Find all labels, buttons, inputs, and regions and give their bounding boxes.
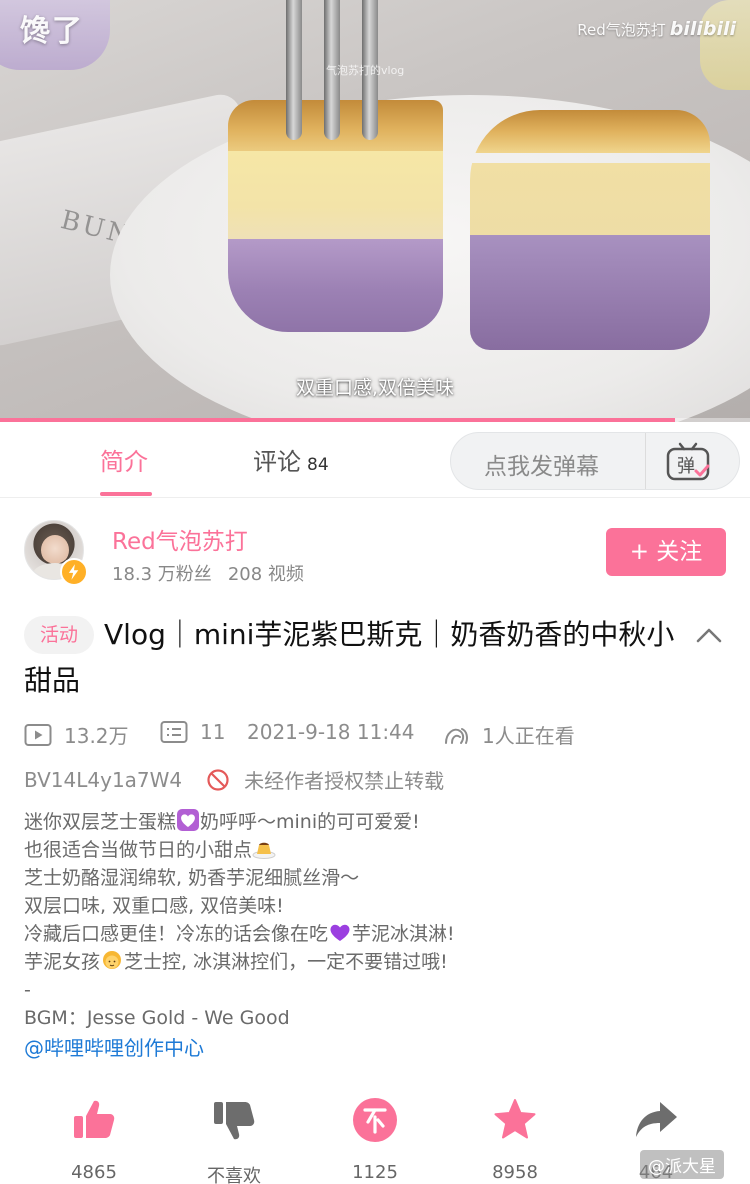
danmaku-toggle-glyph: 弹 xyxy=(677,456,695,477)
play-count-icon xyxy=(24,723,52,746)
uploader-name[interactable]: Red气泡苏打 xyxy=(112,522,248,556)
danmaku-list-icon xyxy=(160,721,188,743)
fans-count: 18.3 万粉丝 xyxy=(112,564,212,585)
video-title: Vlog｜mini芋泥紫巴斯克｜奶香奶香的中秋小甜品 xyxy=(24,618,675,697)
girl-emoji-icon xyxy=(103,951,122,969)
weibo-watermark: @派大星 xyxy=(640,1150,724,1179)
danmaku-count-value: 11 xyxy=(200,720,226,744)
no-repost-icon xyxy=(207,768,229,791)
video-description: 迷你双层芝士蛋糕 奶呼呼～mini的可可爱爱! 也很适合当做节日的小甜点 芝士奶酪… xyxy=(24,808,724,1032)
coin-button[interactable]: 1125 xyxy=(315,1096,435,1183)
thumbs-down-icon xyxy=(214,1102,255,1140)
bilibili-logo: bilibili xyxy=(669,18,736,40)
description-line: BGM：Jesse Gold - We Good xyxy=(24,1007,290,1029)
dislike-button[interactable]: 不喜欢 xyxy=(174,1096,294,1184)
description-text: 冷藏后口感更佳！冷冻的话会像在吃 xyxy=(24,923,329,945)
danmaku-toggle-icon[interactable]: 弹 xyxy=(665,441,711,483)
description-line: 芋泥女孩 芝士控, 冰淇淋控们，一定不要错过哦! xyxy=(24,948,724,976)
repost-notice-text: 未经作者授权禁止转载 xyxy=(244,769,445,793)
danmaku-input[interactable]: 点我发弹幕 xyxy=(484,447,599,481)
description-line: 冷藏后口感更佳！冷冻的话会像在吃 芋泥冰淇淋! xyxy=(24,920,724,948)
publish-datetime: 2021-9-18 11:44 xyxy=(247,720,415,744)
purple-heart-box-emoji-icon xyxy=(177,809,200,831)
description-line: 双层口味, 双重口感, 双倍美味! xyxy=(24,895,284,917)
description-text: 奶呼呼～mini的可可爱爱! xyxy=(200,811,420,833)
description-line: 芝士奶酪湿润绵软, 奶香芋泥细腻丝滑～ xyxy=(24,867,360,889)
background-cake xyxy=(700,0,750,90)
video-overlay-text: 馋了 xyxy=(20,14,84,49)
danmaku-input-bar[interactable]: 点我发弹幕 弹 xyxy=(450,432,740,490)
video-subtitle: 双重口感,双倍美味 xyxy=(295,377,455,399)
description-line: - xyxy=(24,979,31,1001)
dislike-label: 不喜欢 xyxy=(207,1166,261,1184)
cake-half-right xyxy=(470,110,710,350)
tab-comments[interactable]: 评论 84 xyxy=(253,442,329,477)
fork-tine xyxy=(286,0,302,140)
tab-active-indicator xyxy=(100,492,152,496)
uploader-stats: 18.3 万粉丝 208 视频 xyxy=(112,560,304,586)
thumbs-up-icon xyxy=(74,1100,115,1138)
star-icon xyxy=(494,1099,536,1139)
video-count: 208 视频 xyxy=(227,564,304,585)
view-count-value: 13.2万 xyxy=(64,724,129,748)
video-stats-row: 13.2万 11 2021-9-18 11:44 1人正在看 xyxy=(24,720,734,752)
share-icon xyxy=(636,1102,677,1137)
tab-comments-label: 评论 xyxy=(253,448,301,476)
chevron-up-icon[interactable] xyxy=(694,622,724,648)
activity-tag[interactable]: 活动 xyxy=(24,616,95,654)
coin-count: 1125 xyxy=(352,1162,398,1183)
description-text: 也很适合当做节日的小甜点 xyxy=(24,839,253,861)
creator-center-link[interactable]: @哔哩哔哩创作中心 xyxy=(24,1032,204,1061)
description-text: 芝士控, 冰淇淋控们，一定不要错过哦! xyxy=(124,951,448,973)
favorite-count: 8958 xyxy=(492,1162,538,1183)
follow-button[interactable]: + 关注 xyxy=(606,528,726,576)
bvid-row: BV14L4y1a7W4 未经作者授权禁止转载 xyxy=(24,765,444,794)
like-count: 4865 xyxy=(71,1162,117,1183)
people-watching-icon xyxy=(445,727,468,744)
comments-count: 84 xyxy=(307,455,329,475)
repost-notice: 未经作者授权禁止转载 xyxy=(206,765,444,794)
bvid[interactable]: BV14L4y1a7W4 xyxy=(24,768,182,792)
video-brand-watermark: Red气泡苏打 bilibili xyxy=(577,18,736,40)
description-line: 也很适合当做节日的小甜点 xyxy=(24,836,724,864)
favorite-button[interactable]: 8958 xyxy=(455,1096,575,1183)
like-button[interactable]: 4865 xyxy=(34,1096,154,1183)
watching-count-value: 1人正在看 xyxy=(482,724,575,748)
divider xyxy=(645,433,646,489)
danmaku-count: 11 xyxy=(160,720,225,744)
verified-lightning-icon xyxy=(60,558,88,586)
video-watermark: 气泡苏打的vlog xyxy=(326,64,405,77)
description-text: 芋泥女孩 xyxy=(24,951,101,973)
description-text: 迷你双层芝士蛋糕 xyxy=(24,811,177,833)
description-line: 迷你双层芝士蛋糕 奶呼呼～mini的可可爱爱! xyxy=(24,808,724,836)
video-title-block: 活动 Vlog｜mini芋泥紫巴斯克｜奶香奶香的中秋小甜品 xyxy=(24,612,684,704)
pudding-emoji-icon xyxy=(252,842,276,859)
video-player[interactable]: BUNI 馋了 Red气泡苏打 bilibili 气泡苏打的vlog 双重口感,双… xyxy=(0,0,750,422)
purple-heart-emoji-icon xyxy=(330,924,350,941)
coin-icon xyxy=(353,1098,397,1142)
tab-bar: 简介 评论 84 点我发弹幕 弹 xyxy=(0,422,750,498)
uploader-watermark: Red气泡苏打 xyxy=(577,21,666,39)
description-text: 芋泥冰淇淋! xyxy=(352,923,455,945)
view-count: 13.2万 xyxy=(24,720,129,749)
watching-count: 1人正在看 xyxy=(440,720,575,749)
tab-intro[interactable]: 简介 xyxy=(100,442,148,477)
